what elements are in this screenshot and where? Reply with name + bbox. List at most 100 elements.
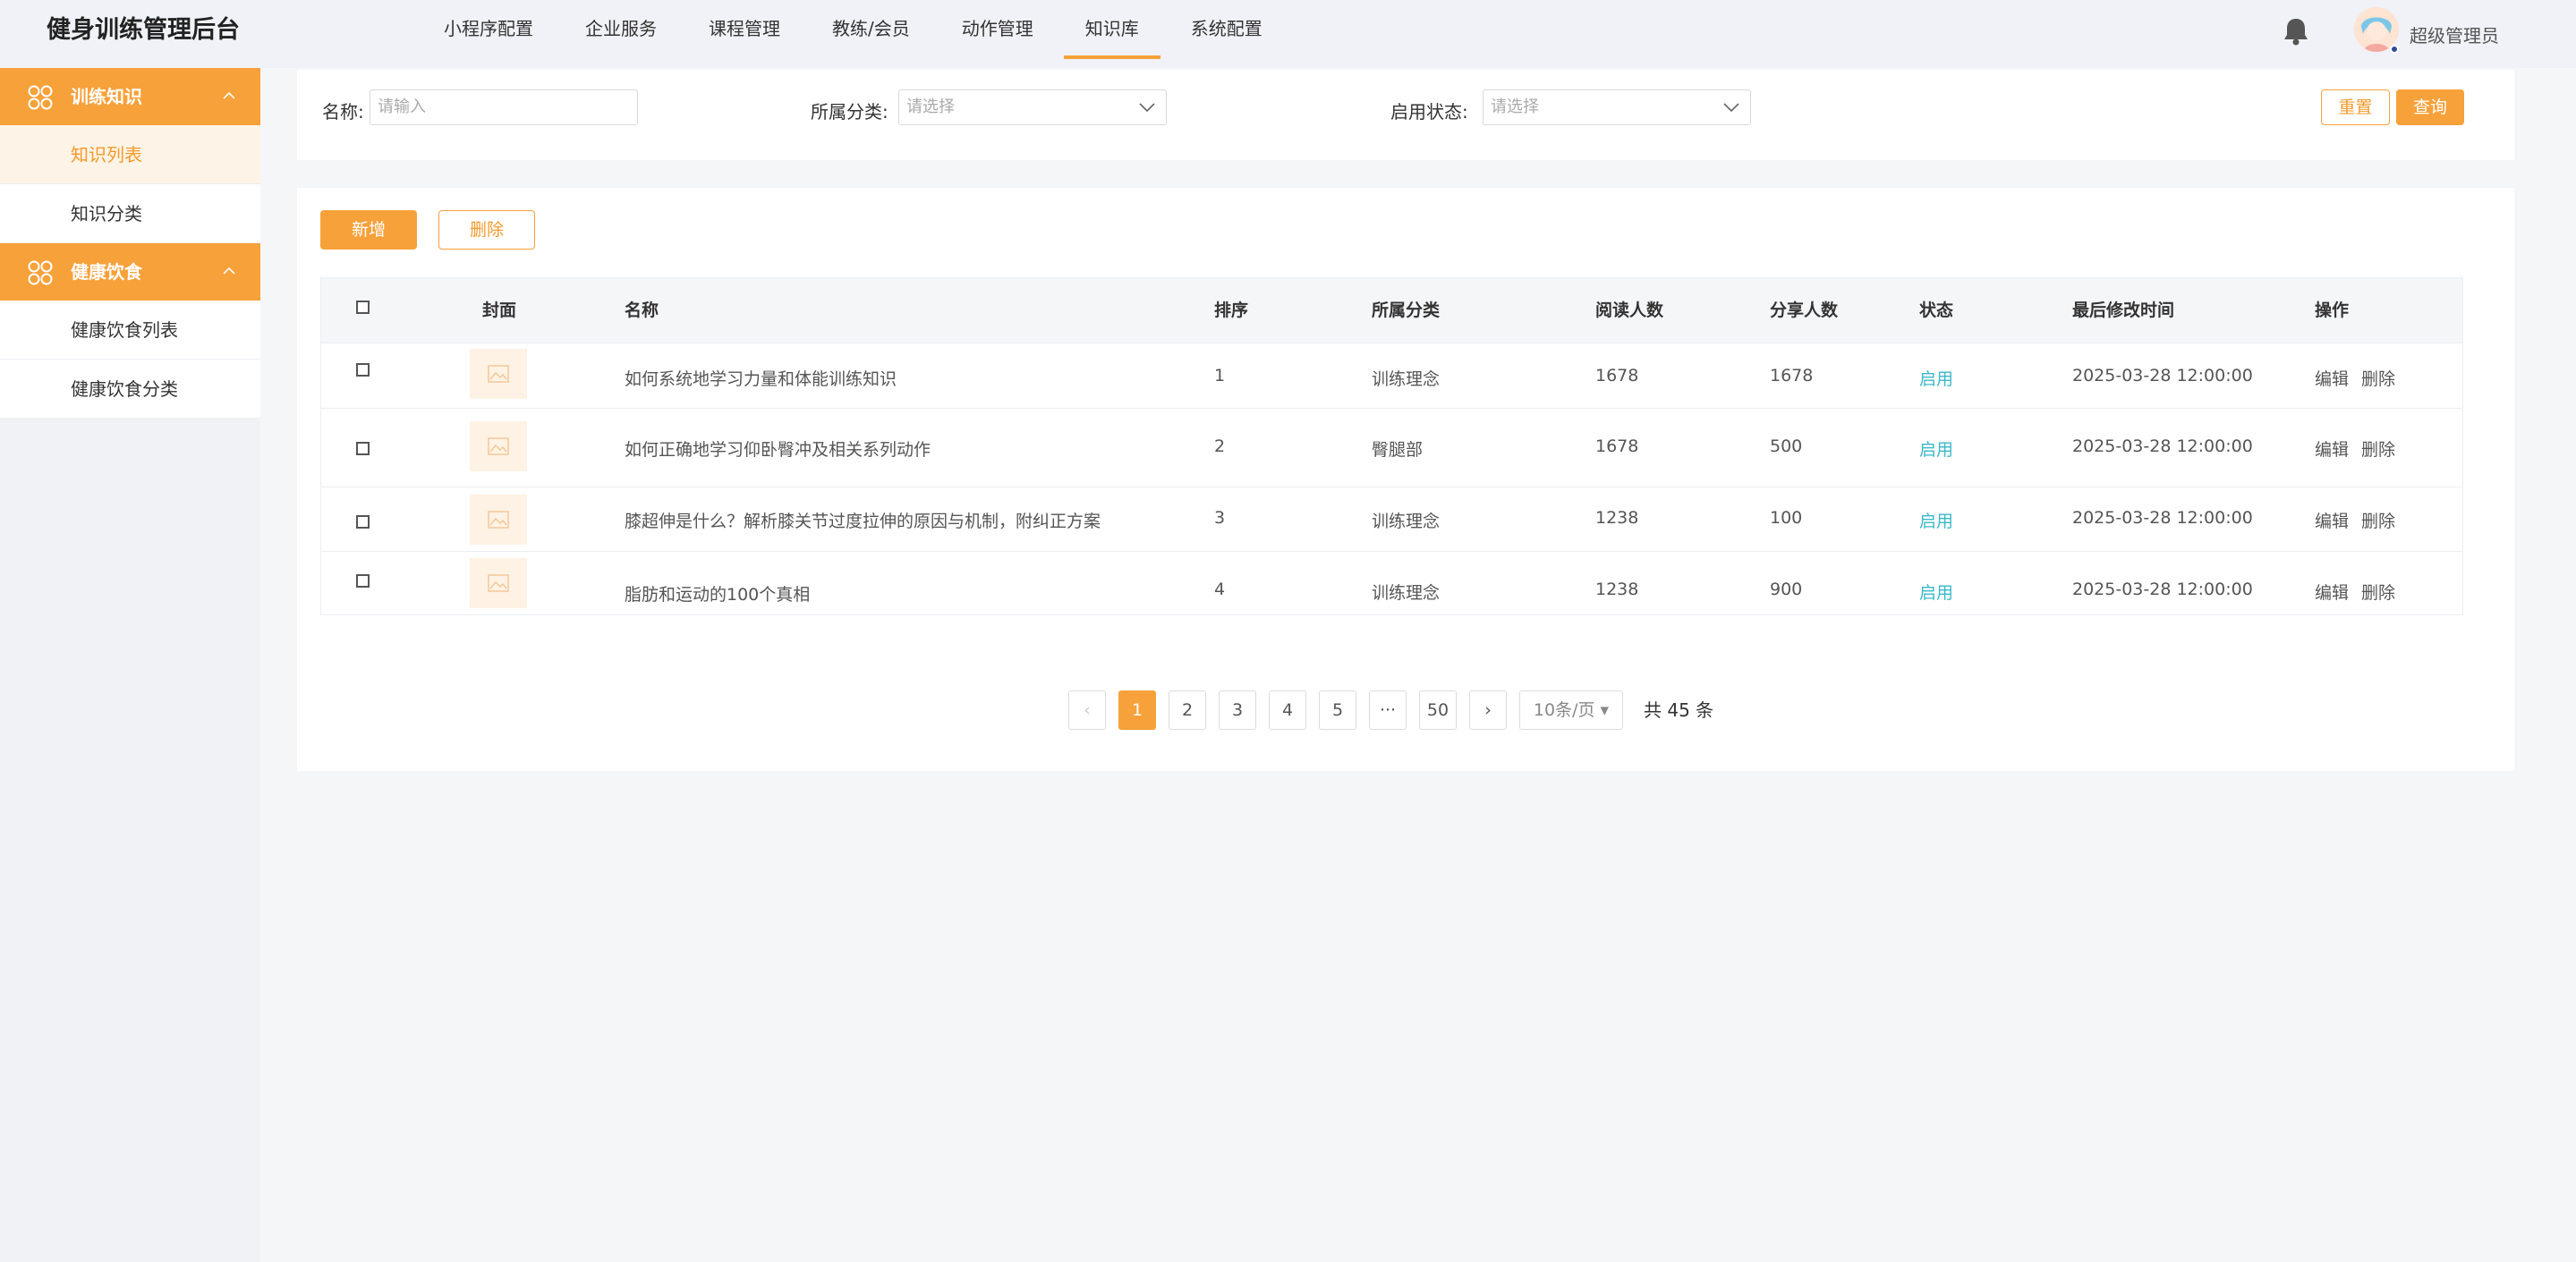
row-name[interactable]: 膝超伸是什么？解析膝关节过度拉伸的原因与机制，附纠正方案	[625, 508, 1101, 532]
nav-item-miniprogram[interactable]: 小程序配置	[422, 0, 555, 59]
top-nav: 小程序配置 企业服务 课程管理 教练/会员 动作管理 知识库 系统配置	[422, 0, 1293, 63]
sidebar-group-training-knowledge[interactable]: 训练知识	[0, 68, 260, 125]
row-edit-link[interactable]: 编辑	[2315, 369, 2349, 389]
chevron-up-icon	[223, 267, 235, 275]
row-modified: 2025-03-28 12:00:00	[2072, 366, 2253, 385]
row-checkbox[interactable]	[356, 515, 370, 529]
row-edit-link[interactable]: 编辑	[2315, 512, 2349, 531]
nav-item-coach-member[interactable]: 教练/会员	[811, 0, 931, 59]
row-checkbox[interactable]	[356, 574, 370, 588]
next-page-button[interactable]: ›	[1469, 690, 1507, 730]
knowledge-table: 封面 名称 排序 所属分类 阅读人数 分享人数 状态 最后修改时间 操作 如何系…	[320, 277, 2463, 615]
row-name[interactable]: 脂肪和运动的100个真相	[625, 581, 810, 606]
name-filter-placeholder: 请输入	[378, 97, 426, 116]
col-reads: 阅读人数	[1595, 301, 1664, 320]
top-header: 健身训练管理后台 小程序配置 企业服务 课程管理 教练/会员 动作管理 知识库 …	[0, 0, 2576, 68]
row-name[interactable]: 如何系统地学习力量和体能训练知识	[625, 366, 897, 390]
page-button-3[interactable]: 3	[1219, 690, 1256, 730]
row-category: 训练理念	[1372, 512, 1441, 531]
row-actions: 编辑 删除	[2315, 508, 2408, 532]
row-modified: 2025-03-28 12:00:00	[2072, 508, 2253, 528]
image-placeholder-icon	[488, 437, 509, 455]
search-button[interactable]: 查询	[2396, 89, 2464, 125]
category-icon	[28, 260, 53, 285]
sidebar-group-label: 健康饮食	[71, 261, 142, 283]
nav-item-system[interactable]: 系统配置	[1169, 0, 1284, 59]
chevron-down-icon	[1139, 103, 1155, 113]
col-actions: 操作	[2315, 301, 2350, 320]
row-actions: 编辑 删除	[2315, 366, 2408, 390]
app-title: 健身训练管理后台	[47, 16, 240, 44]
nav-item-action[interactable]: 动作管理	[940, 0, 1055, 59]
row-category: 训练理念	[1372, 369, 1441, 389]
row-delete-link[interactable]: 删除	[2361, 512, 2395, 531]
cover-image	[470, 349, 527, 399]
admin-name[interactable]: 超级管理员	[2410, 21, 2499, 47]
row-sort: 2	[1214, 436, 1226, 456]
row-delete-link[interactable]: 删除	[2361, 369, 2395, 389]
row-reads: 1238	[1595, 508, 1639, 528]
row-reads: 1678	[1595, 436, 1639, 456]
row-delete-link[interactable]: 删除	[2361, 583, 2395, 603]
page-button-50[interactable]: 50	[1419, 690, 1457, 730]
category-filter-label: 所属分类:	[811, 101, 888, 123]
col-modified: 最后修改时间	[2072, 301, 2175, 320]
nav-item-knowledge[interactable]: 知识库	[1063, 0, 1160, 59]
status-filter-label: 启用状态:	[1390, 101, 1468, 123]
table-header: 封面 名称 排序 所属分类 阅读人数 分享人数 状态 最后修改时间 操作	[321, 278, 2462, 343]
table-panel: 新增 删除 封面 名称 排序 所属分类 阅读人数 分享人数 状态 最后修改时间 …	[297, 188, 2514, 771]
table-row: 如何正确地学习仰卧臀冲及相关系列动作 2 臀腿部 1678 500 启用 202…	[321, 409, 2462, 487]
sidebar-item-diet-category[interactable]: 健康饮食分类	[0, 360, 260, 419]
sidebar-group-healthy-diet[interactable]: 健康饮食	[0, 243, 260, 301]
page-button-2[interactable]: 2	[1169, 690, 1206, 730]
row-status: 启用	[1919, 440, 1954, 460]
category-icon	[28, 85, 53, 110]
row-edit-link[interactable]: 编辑	[2315, 583, 2349, 603]
sidebar-item-knowledge-category[interactable]: 知识分类	[0, 184, 260, 243]
col-shares: 分享人数	[1770, 301, 1839, 320]
cover-image	[470, 421, 527, 471]
image-placeholder-icon	[488, 365, 509, 383]
row-category: 臀腿部	[1372, 440, 1424, 460]
online-status-dot	[2390, 45, 2399, 54]
row-checkbox[interactable]	[356, 442, 370, 455]
page-button-5[interactable]: 5	[1319, 690, 1356, 730]
status-filter-select[interactable]: 请选择	[1483, 89, 1751, 125]
row-actions: 编辑 删除	[2315, 580, 2408, 604]
page-button-4[interactable]: 4	[1269, 690, 1306, 730]
row-shares: 500	[1770, 436, 1803, 456]
row-shares: 1678	[1770, 366, 1814, 385]
cover-image	[470, 495, 527, 545]
row-edit-link[interactable]: 编辑	[2315, 440, 2349, 460]
reset-button[interactable]: 重置	[2321, 89, 2390, 125]
sidebar-item-knowledge-list[interactable]: 知识列表	[0, 125, 260, 184]
bell-icon[interactable]	[2282, 16, 2310, 47]
row-checkbox[interactable]	[356, 363, 370, 377]
prev-page-button[interactable]: ‹	[1068, 690, 1106, 730]
row-name[interactable]: 如何正确地学习仰卧臀冲及相关系列动作	[625, 436, 931, 461]
table-row: 膝超伸是什么？解析膝关节过度拉伸的原因与机制，附纠正方案 3 训练理念 1238…	[321, 487, 2462, 552]
select-all-checkbox[interactable]	[356, 301, 370, 314]
row-reads: 1238	[1595, 580, 1639, 599]
row-shares: 900	[1770, 580, 1803, 599]
sidebar-item-diet-list[interactable]: 健康饮食列表	[0, 301, 260, 360]
page-ellipsis[interactable]: ···	[1369, 690, 1407, 730]
sidebar: 训练知识 知识列表 知识分类 健康饮食 健康饮食列表 健康饮食分类	[0, 68, 260, 1262]
row-sort: 3	[1214, 508, 1226, 528]
category-filter-select[interactable]: 请选择	[898, 89, 1167, 125]
name-filter-input[interactable]: 请输入	[370, 89, 638, 125]
page-size-select[interactable]: 10条/页 ▾	[1519, 690, 1623, 730]
col-name: 名称	[625, 301, 659, 320]
nav-item-course[interactable]: 课程管理	[687, 0, 802, 59]
row-status: 启用	[1919, 512, 1954, 531]
row-reads: 1678	[1595, 366, 1639, 385]
filter-panel: 名称: 请输入 所属分类: 请选择 启用状态: 请选择 重置 查询	[297, 70, 2514, 160]
row-delete-link[interactable]: 删除	[2361, 440, 2395, 460]
nav-item-enterprise[interactable]: 企业服务	[564, 0, 678, 59]
row-category: 训练理念	[1372, 583, 1441, 603]
row-modified: 2025-03-28 12:00:00	[2072, 436, 2253, 456]
page-button-1[interactable]: 1	[1118, 690, 1156, 730]
col-cover: 封面	[482, 301, 517, 320]
add-button[interactable]: 新增	[320, 210, 417, 250]
delete-button[interactable]: 删除	[438, 210, 535, 250]
